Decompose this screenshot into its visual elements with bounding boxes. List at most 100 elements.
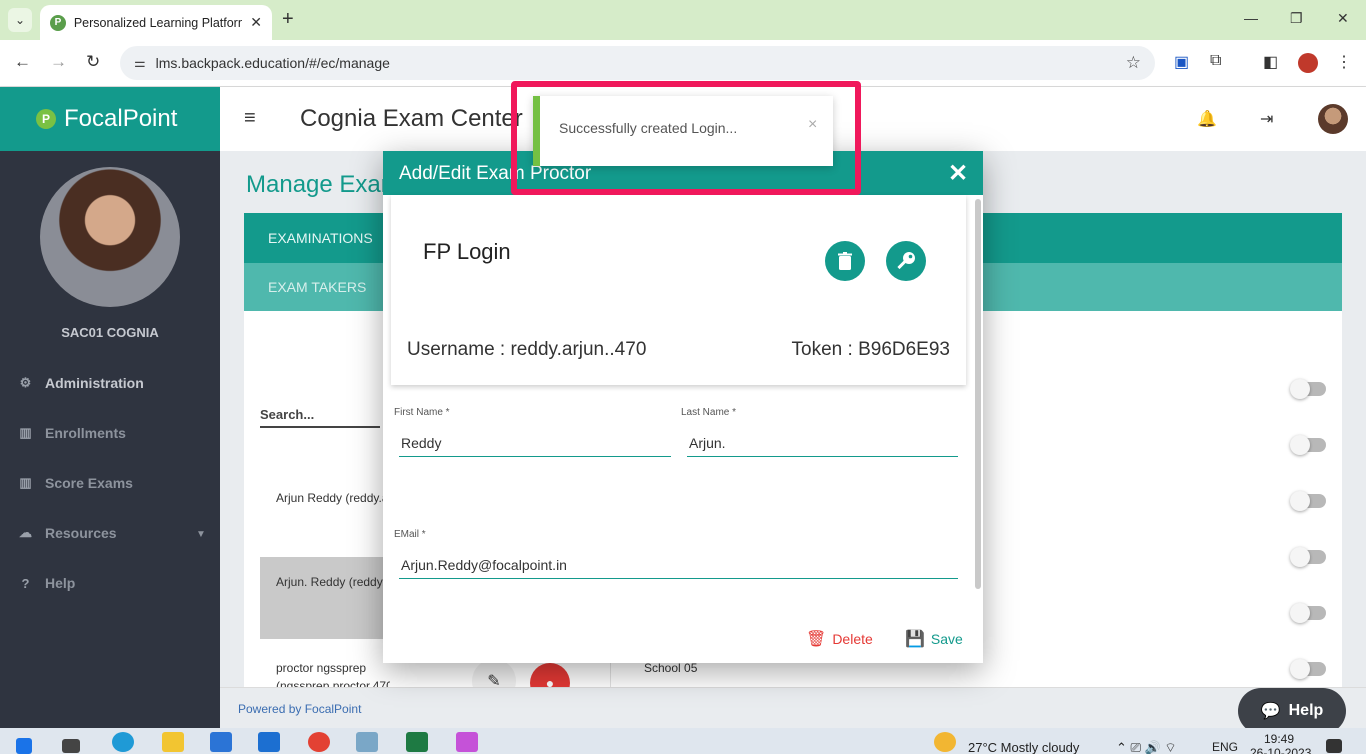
back-arrow-icon[interactable]: ←	[14, 52, 31, 72]
app-icon[interactable]	[456, 732, 478, 752]
site-settings-icon[interactable]: ⚌	[134, 55, 146, 71]
floppy-disk-icon: 💾	[905, 631, 925, 648]
task-view-icon[interactable]	[62, 739, 80, 753]
trash-icon: 🗑	[806, 631, 827, 648]
bar-chart-icon: ▥	[19, 425, 32, 440]
key-icon[interactable]	[886, 241, 926, 281]
browser-tab[interactable]: P Personalized Learning Platform ✕	[40, 5, 272, 40]
weather-icon[interactable]	[934, 732, 956, 752]
hamburger-menu-icon[interactable]: ≡	[244, 107, 256, 130]
weather-text[interactable]: 27°C Mostly cloudy	[968, 740, 1079, 754]
clock-time[interactable]: 19:49	[1264, 732, 1294, 746]
reload-icon[interactable]: ↻	[86, 52, 100, 72]
bookmark-star-icon[interactable]: ☆	[1126, 53, 1141, 73]
sidepanel-icon[interactable]: ◧	[1263, 52, 1278, 72]
chrome-icon[interactable]	[308, 732, 330, 752]
toggle-switch[interactable]	[1290, 491, 1326, 511]
toggle-switch[interactable]	[1290, 435, 1326, 455]
language-indicator[interactable]: ENG	[1212, 740, 1238, 754]
toggle-switch[interactable]	[1290, 603, 1326, 623]
toggle-switch[interactable]	[1290, 379, 1326, 399]
store-icon[interactable]	[210, 732, 232, 752]
footer: Powered by FocalPoint	[220, 687, 1366, 728]
modal-scrollbar[interactable]	[975, 199, 981, 589]
footer-text[interactable]: Powered by FocalPoint	[238, 702, 361, 716]
question-icon: ?	[21, 575, 30, 591]
mail-icon[interactable]	[258, 732, 280, 752]
browser-toolbar: ← → ↻ ⚌ lms.backpack.education/#/ec/mana…	[0, 40, 1366, 87]
gear-icon: ⚙	[19, 375, 32, 390]
list-item[interactable]: Arjun Reddy (reddy.a	[260, 483, 390, 513]
sidebar-item-resources[interactable]: ☁ Resources	[18, 525, 117, 541]
header-avatar[interactable]	[1318, 104, 1348, 134]
first-name-label: First Name *	[394, 407, 450, 418]
sidebar-item-score-exams[interactable]: ▥ Score Exams	[18, 475, 133, 491]
sidebar-item-label: Resources	[45, 525, 117, 541]
email-label: EMail *	[394, 529, 426, 540]
focalpoint-logo-icon: P	[36, 109, 56, 129]
list-item[interactable]: Arjun. Reddy (reddy.	[260, 557, 390, 639]
app-title: Cognia Exam Center	[300, 105, 523, 132]
delete-button[interactable]: 🗑 Delete	[806, 629, 873, 649]
maximize-button[interactable]: ❐	[1290, 10, 1303, 27]
save-button[interactable]: 💾 Save	[905, 629, 963, 649]
tab-close-icon[interactable]: ✕	[250, 14, 262, 31]
close-icon[interactable]: ✕	[948, 159, 968, 188]
profile-photo	[40, 167, 180, 307]
card-title: FP Login	[423, 239, 511, 264]
delete-label: Delete	[832, 631, 873, 647]
new-tab-button[interactable]: +	[282, 8, 294, 31]
screencast-icon[interactable]: ▣	[1174, 52, 1189, 72]
first-name-field[interactable]: Reddy	[399, 431, 671, 457]
bell-icon[interactable]: 🔔	[1197, 109, 1217, 129]
windows-start-icon[interactable]	[16, 738, 32, 754]
toggle-switch[interactable]	[1290, 547, 1326, 567]
chat-bubble-icon: 💬	[1260, 703, 1281, 720]
sidebar-item-label: Score Exams	[45, 475, 133, 491]
system-tray-icons[interactable]: ⌃ ⎚ 🔊 ⌔	[1116, 740, 1177, 754]
file-explorer-icon[interactable]	[162, 732, 184, 752]
save-label: Save	[930, 631, 963, 647]
fp-login-card: FP Login Username : reddy.arjun..470 Tok…	[391, 195, 966, 385]
cloud-icon: ☁	[19, 525, 32, 540]
sidebar-item-administration[interactable]: ⚙ Administration	[18, 375, 144, 391]
last-name-field[interactable]: Arjun.	[687, 431, 958, 457]
window-close-button[interactable]: ✕	[1337, 10, 1349, 27]
edge-icon[interactable]	[112, 732, 134, 752]
logout-icon[interactable]: ⇥	[1260, 109, 1273, 129]
sidebar-item-enrollments[interactable]: ▥ Enrollments	[18, 425, 126, 441]
excel-icon[interactable]	[406, 732, 428, 752]
toggle-switch[interactable]	[1290, 659, 1326, 679]
username-text: Username : reddy.arjun..470	[407, 339, 647, 360]
focalpoint-favicon-icon: P	[50, 14, 66, 31]
page-title: Manage Exam	[246, 171, 401, 198]
browser-menu-icon[interactable]: ⋮	[1336, 52, 1352, 72]
extensions-icon[interactable]: ⧉	[1210, 52, 1221, 70]
sidebar: SAC01 COGNIA ⚙ Administration ▥ Enrollme…	[0, 151, 220, 728]
help-label: Help	[1288, 702, 1324, 719]
app-icon[interactable]	[356, 732, 378, 752]
chevron-down-icon: ▼	[196, 529, 206, 540]
clock-date[interactable]: 26-10-2023	[1250, 746, 1311, 754]
sidebar-item-label: Administration	[45, 375, 144, 391]
tab-search-button[interactable]: ⌄	[8, 8, 32, 32]
brand-name: FocalPoint	[64, 105, 178, 132]
search-input[interactable]: Search...	[260, 407, 380, 428]
school-label: School 05	[644, 661, 698, 675]
minimize-button[interactable]: —	[1244, 10, 1258, 26]
profile-avatar[interactable]	[1298, 53, 1318, 73]
sidebar-item-label: Enrollments	[45, 425, 126, 441]
url-text: lms.backpack.education/#/ec/manage	[155, 55, 390, 71]
forward-arrow-icon[interactable]: →	[50, 52, 67, 72]
address-bar[interactable]: ⚌ lms.backpack.education/#/ec/manage ☆	[120, 46, 1155, 80]
email-field[interactable]: Arjun.Reddy@focalpoint.in	[399, 553, 958, 579]
token-text: Token : B96D6E93	[791, 339, 950, 360]
annotation-highlight-box	[511, 81, 861, 195]
brand[interactable]: P FocalPoint	[0, 87, 220, 151]
notifications-icon[interactable]	[1326, 739, 1342, 753]
tab-title: Personalized Learning Platform	[73, 15, 243, 30]
sidebar-item-label: Help	[45, 575, 76, 591]
last-name-label: Last Name *	[681, 407, 737, 418]
trash-icon[interactable]	[825, 241, 865, 281]
sidebar-item-help[interactable]: ? Help	[18, 575, 76, 591]
